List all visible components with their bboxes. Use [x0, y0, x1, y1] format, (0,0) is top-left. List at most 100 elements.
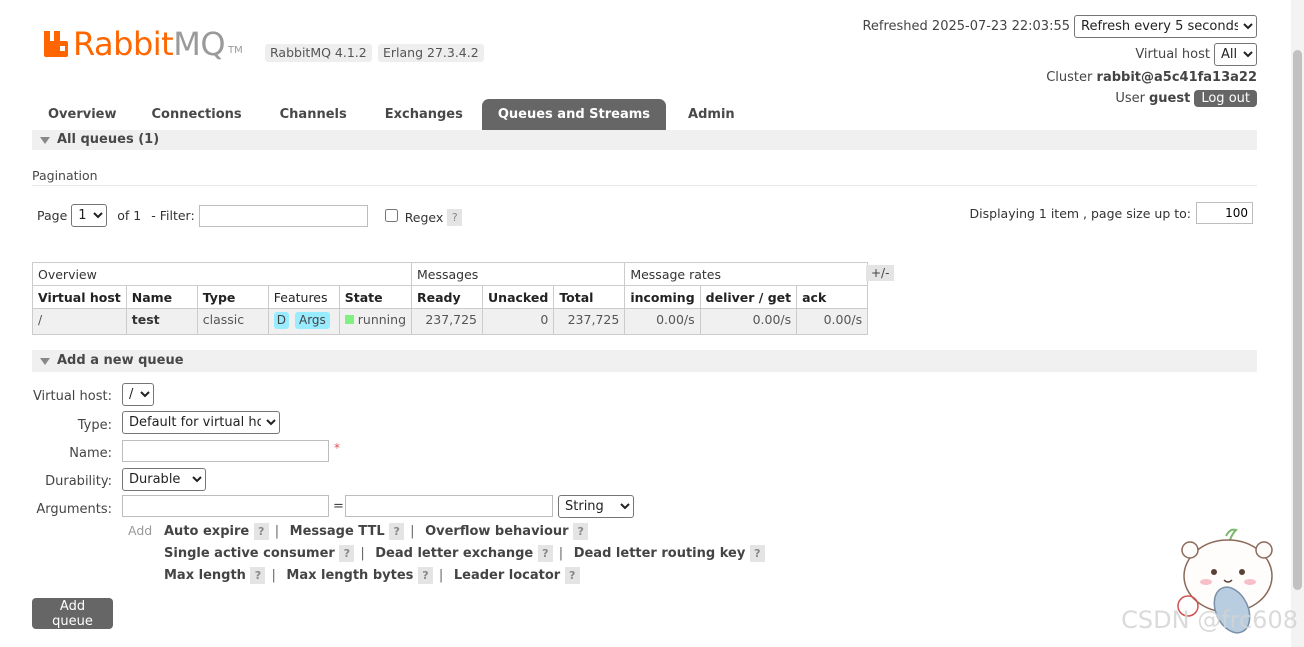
help-icon[interactable]: ? [253, 523, 269, 540]
tab-queues-and-streams[interactable]: Queues and Streams [481, 99, 667, 130]
all-queues-title: All queues (1) [57, 132, 160, 147]
user-name: guest [1149, 91, 1191, 106]
add-queue-header[interactable]: Add a new queue [32, 350, 1257, 372]
page-select[interactable]: 1 [71, 204, 108, 227]
durability-field-label: Durability: [45, 474, 112, 489]
arg-message-ttl-link[interactable]: Message TTL [290, 524, 385, 539]
all-queues-header[interactable]: All queues (1) [32, 130, 1257, 150]
tab-connections[interactable]: Connections [133, 99, 261, 130]
page-size-controls: Displaying 1 item , page size up to: [970, 202, 1253, 224]
logout-button[interactable]: Log out [1194, 90, 1257, 107]
page-size-input[interactable] [1196, 202, 1253, 224]
regex-label: Regex [404, 210, 444, 225]
arg-overflow-behaviour-link[interactable]: Overflow behaviour [425, 524, 569, 539]
argument-value-input[interactable] [345, 495, 553, 517]
refresh-interval-select[interactable]: Refresh every 5 seconds [1074, 15, 1257, 38]
tab-overview[interactable]: Overview [32, 99, 133, 130]
table-row[interactable]: / test classic D Args running 237,725 0 … [32, 308, 869, 335]
collapse-triangle-icon [40, 137, 50, 144]
durability-select[interactable]: Durable [122, 468, 206, 491]
arg-dead-letter-exchange-link[interactable]: Dead letter exchange [375, 546, 533, 561]
help-icon[interactable]: ? [749, 545, 765, 562]
group-messages: Messages [411, 262, 626, 286]
rabbitmq-logo: RabbitMQ TM [42, 26, 243, 62]
help-icon[interactable]: ? [537, 545, 553, 562]
col-unacked[interactable]: Unacked [482, 285, 555, 309]
name-field-label: Name: [69, 446, 112, 461]
regex-help-icon[interactable]: ? [447, 209, 463, 226]
cluster-name: rabbit@a5c41fa13a22 [1096, 70, 1257, 85]
vhost-row: Virtual host All [1135, 43, 1257, 66]
rabbit-logo-icon [42, 29, 70, 57]
queues-table-wrap: Overview Messages Message rates Virtual … [31, 262, 869, 335]
col-ack[interactable]: ack [796, 285, 869, 309]
col-name[interactable]: Name [125, 285, 198, 309]
arguments-field-label: Arguments: [36, 502, 112, 517]
pagination-header: Pagination [32, 168, 1257, 186]
feature-args-badge[interactable]: Args [295, 312, 330, 329]
col-deliver-get[interactable]: deliver / get [699, 285, 798, 309]
cell-state: running [338, 308, 413, 335]
col-ready[interactable]: Ready [411, 285, 484, 309]
argument-key-input[interactable] [122, 495, 329, 517]
col-state[interactable]: State [338, 285, 413, 309]
help-icon[interactable]: ? [339, 545, 355, 562]
arg-dead-letter-routing-key-link[interactable]: Dead letter routing key [574, 546, 746, 561]
col-total[interactable]: Total [553, 285, 626, 309]
filter-label: - Filter: [151, 208, 195, 223]
col-type[interactable]: Type [196, 285, 269, 309]
required-mark: * [334, 441, 340, 455]
separator: | [410, 524, 415, 539]
refreshed-timestamp: Refreshed 2025-07-23 22:03:55 [862, 19, 1070, 34]
col-virtual-host[interactable]: Virtual host [32, 285, 127, 309]
group-overview: Overview [31, 262, 413, 286]
arg-max-length-bytes-link[interactable]: Max length bytes [286, 568, 413, 583]
separator: | [274, 524, 280, 539]
virtual-host-select[interactable]: All [1214, 43, 1257, 66]
tab-exchanges[interactable]: Exchanges [366, 99, 482, 130]
cell-deliver-get: 0.00/s [699, 308, 798, 335]
arg-single-active-consumer-link[interactable]: Single active consumer [164, 546, 335, 561]
type-field-label: Type: [77, 418, 112, 433]
arg-auto-expire-link[interactable]: Auto expire [164, 524, 249, 539]
cell-ready: 237,725 [411, 308, 484, 335]
col-features: Features [267, 285, 340, 309]
scrollbar-thumb[interactable] [1293, 50, 1302, 590]
arg-leader-locator-link[interactable]: Leader locator [454, 568, 560, 583]
pagination-controls: Page 1 of 1 - Filter: Regex ? [37, 204, 463, 227]
cell-unacked: 0 [482, 308, 555, 335]
argument-shortcuts-row-3: Max length ? | Max length bytes ? | Leader… [164, 567, 580, 584]
tab-admin[interactable]: Admin [666, 99, 757, 130]
help-icon[interactable]: ? [389, 523, 405, 540]
queue-name-link[interactable]: test [125, 308, 198, 335]
erlang-version-badge: Erlang 27.3.4.2 [378, 44, 484, 62]
argument-type-select[interactable]: String [558, 495, 634, 518]
regex-checkbox[interactable] [384, 209, 398, 222]
page-label: Page [37, 208, 68, 223]
arg-max-length-link[interactable]: Max length [164, 568, 246, 583]
csdn-watermark: CSDN @frc608 [1121, 606, 1298, 634]
cell-total: 237,725 [553, 308, 626, 335]
queue-name-input[interactable] [122, 440, 329, 462]
user-label: User [1115, 91, 1145, 106]
help-icon[interactable]: ? [250, 567, 266, 584]
help-icon[interactable]: ? [564, 567, 580, 584]
collapse-triangle-icon [40, 358, 50, 365]
add-queue-title: Add a new queue [57, 353, 184, 368]
queues-table: Overview Messages Message rates Virtual … [31, 262, 869, 335]
column-toggle-button[interactable]: +/- [866, 265, 895, 281]
help-icon[interactable]: ? [573, 523, 589, 540]
equals-sign: = [333, 499, 344, 514]
separator: | [271, 568, 276, 583]
filter-input[interactable] [198, 204, 368, 227]
argument-shortcuts-row-2: Single active consumer ? | Dead letter ex… [164, 545, 765, 562]
cluster-info: Cluster rabbit@a5c41fa13a22 [1046, 70, 1257, 85]
group-message-rates: Message rates [624, 262, 869, 286]
cluster-label: Cluster [1046, 70, 1093, 85]
queue-type-select[interactable]: Default for virtual host [122, 411, 280, 434]
col-incoming[interactable]: incoming [624, 285, 701, 309]
help-icon[interactable]: ? [417, 567, 433, 584]
tab-channels[interactable]: Channels [261, 99, 366, 130]
add-queue-button[interactable]: Add queue [32, 598, 113, 629]
vhost-field-select[interactable]: / [122, 383, 154, 406]
